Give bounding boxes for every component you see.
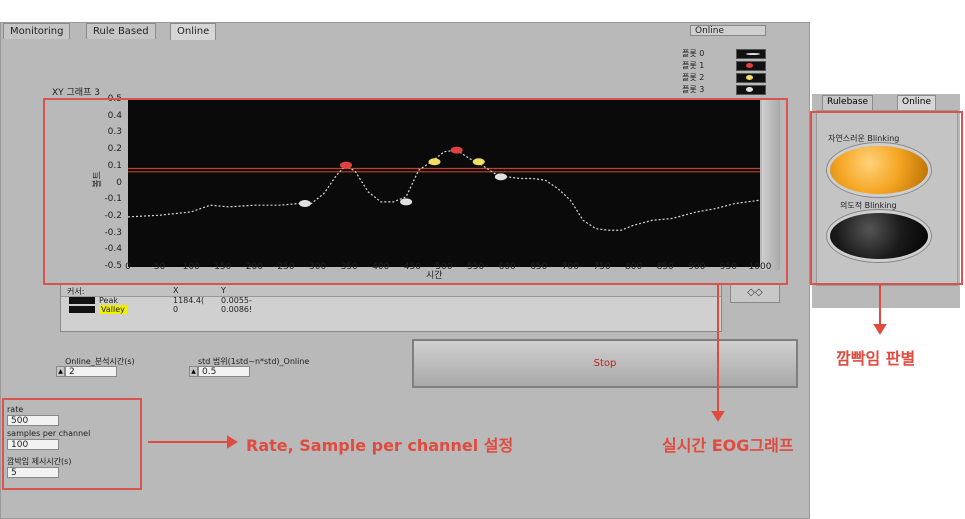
arrow-right-icon [227,435,238,449]
blink-annotation: 깜빡임 판별 [836,349,916,368]
arrow-down-icon [711,411,725,422]
arrow-down-icon [873,324,887,335]
graph-annotation: 실시간 EOG그래프 [662,436,794,455]
rate-annotation: Rate, Sample per channel 설정 [246,436,514,455]
